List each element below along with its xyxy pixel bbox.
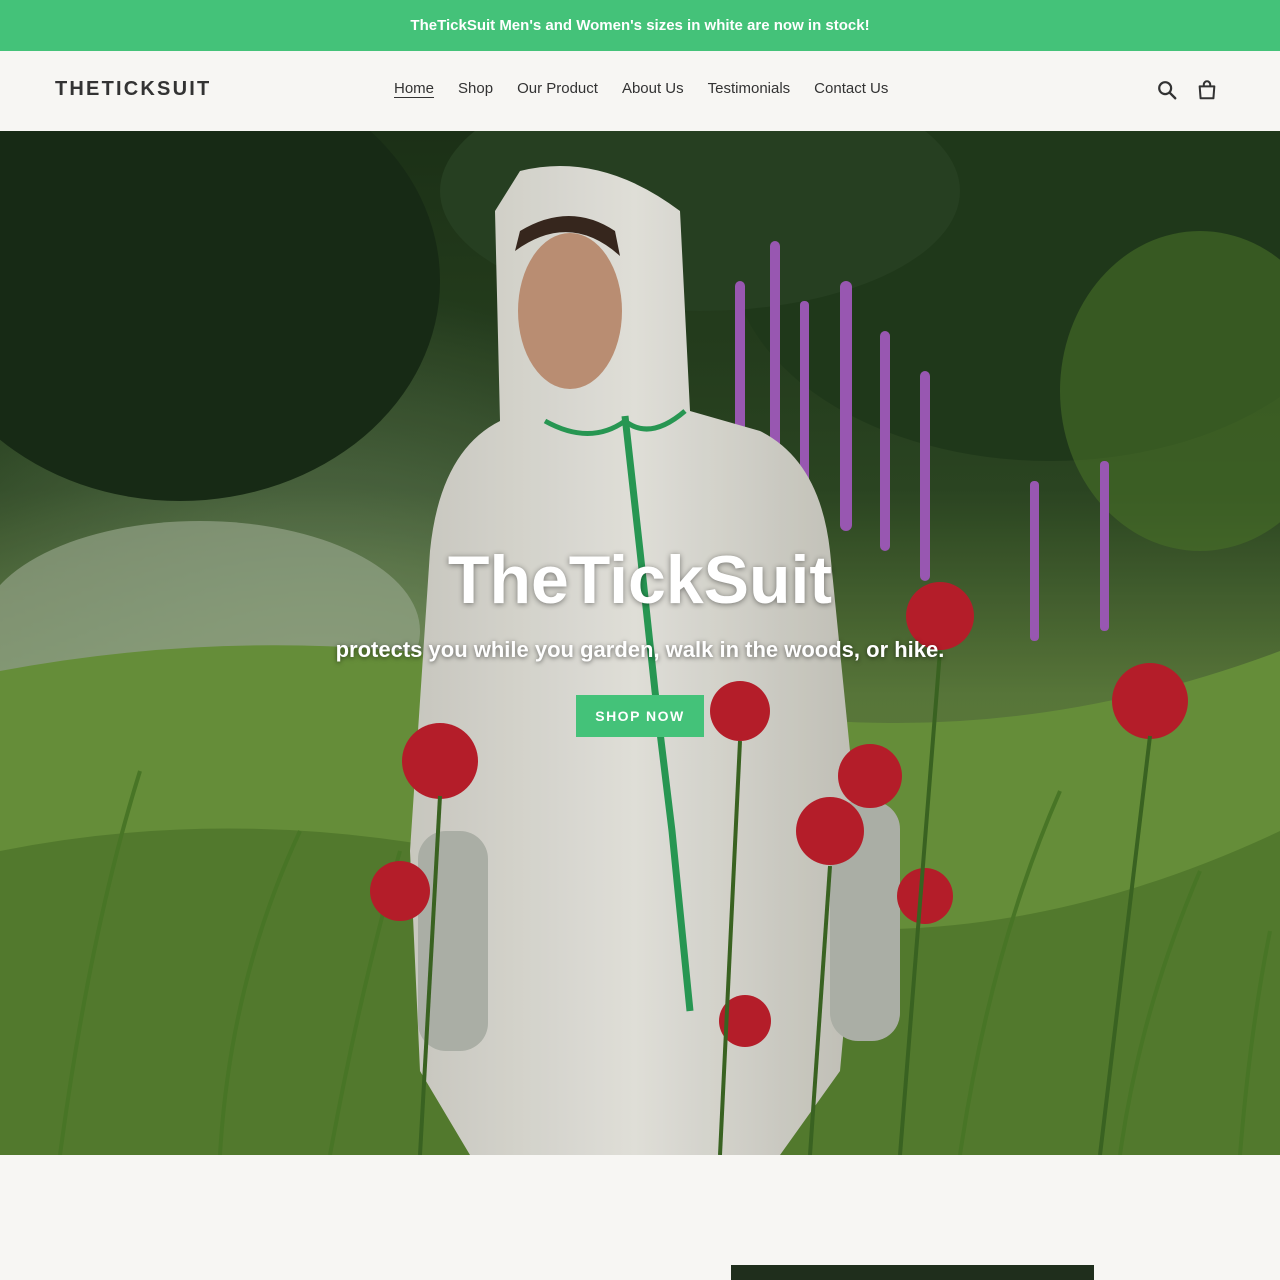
featured-image: [731, 1265, 1094, 1280]
content-section: [0, 1155, 1280, 1280]
main-nav: Home Shop Our Product About Us Testimoni…: [394, 80, 888, 97]
announcement-bar: TheTickSuit Men's and Women's sizes in w…: [0, 0, 1280, 51]
search-icon[interactable]: [1156, 79, 1178, 101]
hero-content: TheTickSuit protects you while you garde…: [0, 541, 1280, 738]
hero-banner: TheTickSuit protects you while you garde…: [0, 131, 1280, 1155]
cart-icon[interactable]: [1196, 79, 1218, 101]
nav-item-contact-us[interactable]: Contact Us: [814, 80, 888, 97]
site-logo[interactable]: THETICKSUIT: [55, 78, 211, 101]
site-header: THETICKSUIT Home Shop Our Product About …: [0, 51, 1280, 131]
nav-item-home[interactable]: Home: [394, 80, 434, 97]
hero-title: TheTickSuit: [447, 542, 833, 618]
announcement-text: TheTickSuit Men's and Women's sizes in w…: [410, 17, 870, 34]
nav-item-about-us[interactable]: About Us: [622, 80, 684, 97]
nav-item-shop[interactable]: Shop: [458, 80, 493, 97]
hero-subtitle: protects you while you garden, walk in t…: [335, 637, 945, 663]
nav-item-testimonials[interactable]: Testimonials: [708, 80, 791, 97]
nav-item-our-product[interactable]: Our Product: [517, 80, 598, 97]
shop-now-button[interactable]: SHOP NOW: [576, 695, 704, 738]
header-icons: [1156, 79, 1218, 101]
